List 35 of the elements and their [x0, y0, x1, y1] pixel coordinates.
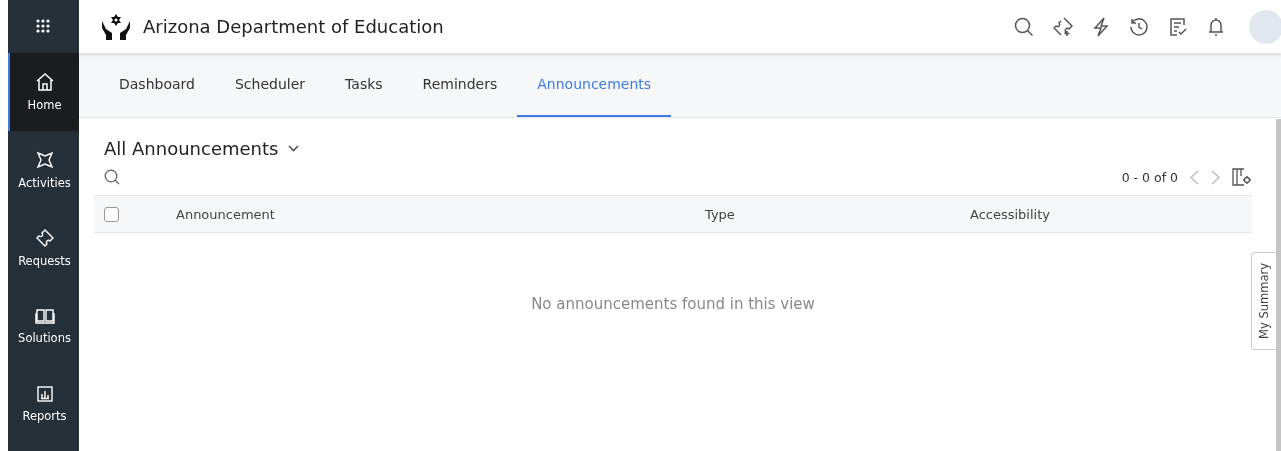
ticket-add-icon[interactable] [1053, 16, 1073, 37]
column-header[interactable]: Type [705, 206, 735, 222]
search-icon[interactable] [1014, 16, 1034, 37]
home-icon [34, 72, 55, 92]
pagination-count: 0 - 0 of 0 [1121, 169, 1178, 185]
chevron-down-icon [288, 145, 300, 152]
sidebar-item[interactable]: Reports [8, 365, 79, 443]
app-grid-icon[interactable] [35, 18, 52, 35]
app-title: Arizona Department of Education [143, 16, 445, 37]
tab[interactable]: Dashboard [99, 53, 215, 117]
tab[interactable]: Tasks [325, 53, 403, 117]
empty-message: No announcements found in this view [530, 295, 816, 313]
history-icon[interactable] [1129, 16, 1149, 37]
tab[interactable]: Reminders [402, 53, 518, 117]
tab[interactable]: Announcements [517, 53, 672, 117]
sidebar-item[interactable]: Requests [8, 209, 79, 287]
select-all-checkbox[interactable] [104, 206, 119, 222]
bell-icon[interactable] [1207, 16, 1225, 37]
sidebar-item[interactable]: Home [8, 53, 79, 131]
logo-icon [101, 12, 131, 41]
chart-icon [35, 385, 54, 403]
tab[interactable]: Scheduler [214, 53, 326, 117]
ticket-icon [34, 228, 55, 248]
checklist-icon[interactable] [1168, 16, 1188, 37]
book-icon [34, 307, 55, 325]
sidebar-item[interactable]: Solutions [8, 287, 79, 365]
view-selector[interactable]: All Announcements [104, 138, 300, 159]
sidebar-item[interactable]: Activities [8, 131, 79, 209]
column-header[interactable]: Announcement [176, 206, 275, 222]
column-header[interactable]: Accessibility [970, 206, 1050, 222]
column-settings-icon[interactable] [1232, 168, 1252, 186]
star-icon [34, 150, 55, 170]
lightning-icon[interactable] [1092, 16, 1110, 37]
my-summary-tab[interactable]: My Summary [1251, 252, 1276, 350]
search-icon[interactable] [104, 169, 120, 185]
